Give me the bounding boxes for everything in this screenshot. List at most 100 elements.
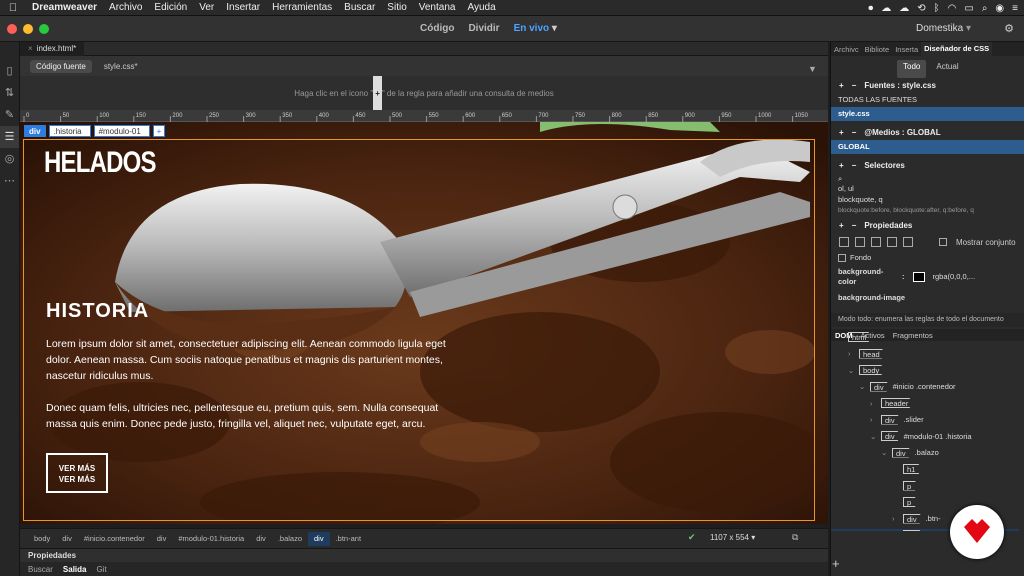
source-style-css[interactable]: style.css <box>831 107 1024 121</box>
view-live-button[interactable]: En vivo ▾ <box>514 23 557 34</box>
tab-bibliotecas[interactable]: Bibliote <box>862 45 893 54</box>
dom-node[interactable]: › div .btn- <box>892 513 941 525</box>
live-view-canvas[interactable]: div .historia #modulo-01 + HELADOS HISTO… <box>20 122 828 524</box>
disclosure-chevron-icon[interactable]: ⌄ <box>881 448 889 457</box>
disclosure-chevron-icon[interactable]: ⌄ <box>859 382 867 391</box>
gear-icon[interactable]: ⚙ <box>1004 22 1014 35</box>
disclosure-chevron-icon[interactable]: ⌄ <box>870 432 878 441</box>
tab-insertar[interactable]: Inserta <box>892 45 921 54</box>
dom-node[interactable]: ⌄ div #modulo-01 .historia <box>870 430 972 442</box>
disclosure-chevron-icon[interactable]: › <box>848 349 856 358</box>
show-set-checkbox[interactable] <box>939 238 947 246</box>
add-element-icon[interactable]: + <box>832 556 840 571</box>
more-icon[interactable] <box>903 237 913 247</box>
bluetooth-icon[interactable]: ᛒ <box>934 3 940 14</box>
menu-buscar[interactable]: Buscar <box>338 2 381 13</box>
tag-modulo-historia[interactable]: #modulo-01.historia <box>172 532 250 546</box>
spotlight-icon[interactable]: ⌕ <box>982 3 988 14</box>
zoom-window-button[interactable] <box>39 24 49 34</box>
filter-icon[interactable]: ▼ <box>808 64 817 74</box>
disclosure-chevron-icon[interactable]: › <box>892 531 900 532</box>
page-heading[interactable]: HELADOS <box>44 146 157 180</box>
tab-css-designer[interactable]: Diseñador de CSS <box>921 42 993 56</box>
dom-node[interactable]: › div .slider <box>870 414 924 426</box>
dom-node[interactable]: p <box>892 480 920 492</box>
menu-sitio[interactable]: Sitio <box>381 2 412 13</box>
record-icon[interactable]: ⏺ <box>868 3 873 14</box>
media-global[interactable]: GLOBAL <box>831 140 1024 154</box>
tab-salida[interactable]: Salida <box>63 565 87 574</box>
bg-image-row[interactable]: background-image <box>831 291 1024 305</box>
remove-icon[interactable]: − <box>852 221 857 230</box>
tab-buscar[interactable]: Buscar <box>28 565 53 574</box>
menu-ventana[interactable]: Ventana <box>413 2 462 13</box>
tag-div-1[interactable]: div <box>56 532 78 546</box>
menu-ayuda[interactable]: Ayuda <box>461 2 501 13</box>
bg-color-row[interactable]: background-color : rgba(0,0,0,... <box>831 265 1024 289</box>
related-file-source[interactable]: Código fuente <box>30 59 92 73</box>
dom-node[interactable]: ⌄ body <box>848 364 888 376</box>
add-icon[interactable]: + <box>839 221 844 230</box>
tab-archivos[interactable]: Archivc <box>831 45 862 54</box>
add-icon[interactable]: + <box>839 161 844 170</box>
dom-node[interactable]: ⌄ div #inicio .contenedor <box>859 381 956 393</box>
window-size-select[interactable]: 1107 x 554 ▾ <box>710 533 755 542</box>
menu-app-name[interactable]: Dreamweaver <box>26 2 103 13</box>
add-icon[interactable]: + <box>839 81 844 90</box>
disclosure-chevron-icon[interactable]: ⌄ <box>848 366 856 375</box>
hud-class[interactable]: .historia <box>48 125 91 137</box>
border-icon[interactable] <box>871 237 881 247</box>
ver-mas-button[interactable]: VER MÁS VER MÁS <box>46 453 108 493</box>
paragraph-1[interactable]: Lorem ipsum dolor sit amet, consectetuer… <box>46 336 456 384</box>
view-split-button[interactable]: Dividir <box>468 23 499 34</box>
hud-tag[interactable]: div <box>24 125 46 137</box>
disclosure-chevron-icon[interactable]: › <box>870 415 878 424</box>
paragraph-2[interactable]: Donec quam felis, ultricies nec, pellent… <box>46 400 456 432</box>
more-tools-icon[interactable]: ⋯ <box>0 170 19 192</box>
creative-cloud-icon[interactable]: ☁ <box>881 3 891 14</box>
menu-ver[interactable]: Ver <box>193 2 220 13</box>
disclosure-chevron-icon[interactable]: › <box>892 514 900 523</box>
layout-icon[interactable] <box>839 237 849 247</box>
bg-color-value[interactable]: rgba(0,0,0,... <box>933 272 976 282</box>
color-swatch[interactable] <box>912 272 925 282</box>
close-window-button[interactable] <box>7 24 17 34</box>
hud-id[interactable]: #modulo-01 <box>93 125 150 137</box>
remove-icon[interactable]: − <box>852 81 857 90</box>
menu-insertar[interactable]: Insertar <box>220 2 266 13</box>
properties-panel-header[interactable]: Propiedades <box>20 548 828 562</box>
selector-search[interactable]: ⌕ <box>831 173 1024 184</box>
section-title[interactable]: HISTORIA <box>46 300 149 323</box>
source-all[interactable]: TODAS LAS FUENTES <box>831 93 1024 107</box>
preview-device-icon[interactable]: ⧉ <box>792 532 798 543</box>
doc-tab-index[interactable]: × index.html* <box>20 41 85 56</box>
minimize-window-button[interactable] <box>23 24 33 34</box>
tag-div-3[interactable]: div <box>250 532 272 546</box>
workspace-switcher[interactable]: Domestika ▾ <box>916 23 971 34</box>
tag-div-2[interactable]: div <box>151 532 173 546</box>
add-icon[interactable]: + <box>839 128 844 137</box>
dom-node[interactable]: h1 <box>892 463 924 475</box>
tag-balazo[interactable]: .balazo <box>272 532 308 546</box>
file-management-icon[interactable]: ⇅ <box>0 82 19 104</box>
tag-btn-ant[interactable]: .btn-ant <box>330 532 367 546</box>
new-file-icon[interactable]: ▯ <box>0 60 19 82</box>
siri-icon[interactable]: ◉ <box>995 3 1004 14</box>
background-icon[interactable] <box>887 237 897 247</box>
tag-inicio-contenedor[interactable]: #inicio.contenedor <box>78 532 151 546</box>
cloud-icon[interactable]: ☁ <box>899 3 909 14</box>
wifi-icon[interactable]: ◠ <box>948 3 957 14</box>
view-code-button[interactable]: Código <box>420 23 454 34</box>
dom-node[interactable]: ⌄ div .balazo <box>881 447 939 459</box>
apple-icon[interactable]:  <box>0 2 26 14</box>
remove-icon[interactable]: − <box>852 161 857 170</box>
live-view-icon[interactable]: ◎ <box>0 148 19 170</box>
notification-center-icon[interactable]: ≡ <box>1012 3 1018 14</box>
format-source-icon[interactable]: ☰ <box>0 126 19 148</box>
mode-todo[interactable]: Todo <box>897 60 927 78</box>
hud-add-button[interactable]: + <box>152 125 166 137</box>
tag-div-selected[interactable]: div <box>308 531 330 546</box>
selector-item[interactable]: blockquote:before, blockquote:after, q:b… <box>831 207 1024 214</box>
mode-actual[interactable]: Actual <box>930 60 964 78</box>
menu-herramientas[interactable]: Herramientas <box>266 2 338 13</box>
